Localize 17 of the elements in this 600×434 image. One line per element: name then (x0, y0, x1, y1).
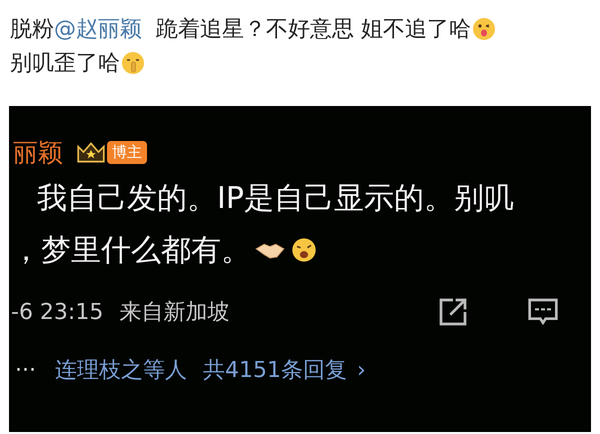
crown-icon (75, 140, 107, 164)
post-text: 别叽歪了哈 (10, 50, 120, 78)
more-dots: ··· (14, 358, 37, 382)
comment-time: -6 23:15 (10, 300, 104, 324)
comment-text: 我自己发的。IP是自己显示的。别叽 (36, 180, 515, 218)
reply-author-link[interactable]: 连理枝之等人 (55, 355, 187, 385)
mention-link[interactable]: @赵丽颖 (54, 14, 142, 44)
share-icon[interactable] (437, 296, 469, 328)
author-name: 丽颖 (12, 136, 63, 168)
chevron-icon[interactable]: › (357, 358, 366, 382)
reply-count-link[interactable]: 共4151条回复 (203, 355, 347, 385)
comment-text: ，梦里什么都有。 (11, 232, 251, 270)
post-text: 跪着追星？不好意思 姐不追了哈 (156, 16, 471, 44)
comment-location: 来自新加坡 (119, 299, 230, 327)
blogger-badge: 博主 (107, 140, 147, 164)
post-text: 脱粉 (10, 16, 54, 44)
shush-emoji-icon (121, 51, 145, 75)
